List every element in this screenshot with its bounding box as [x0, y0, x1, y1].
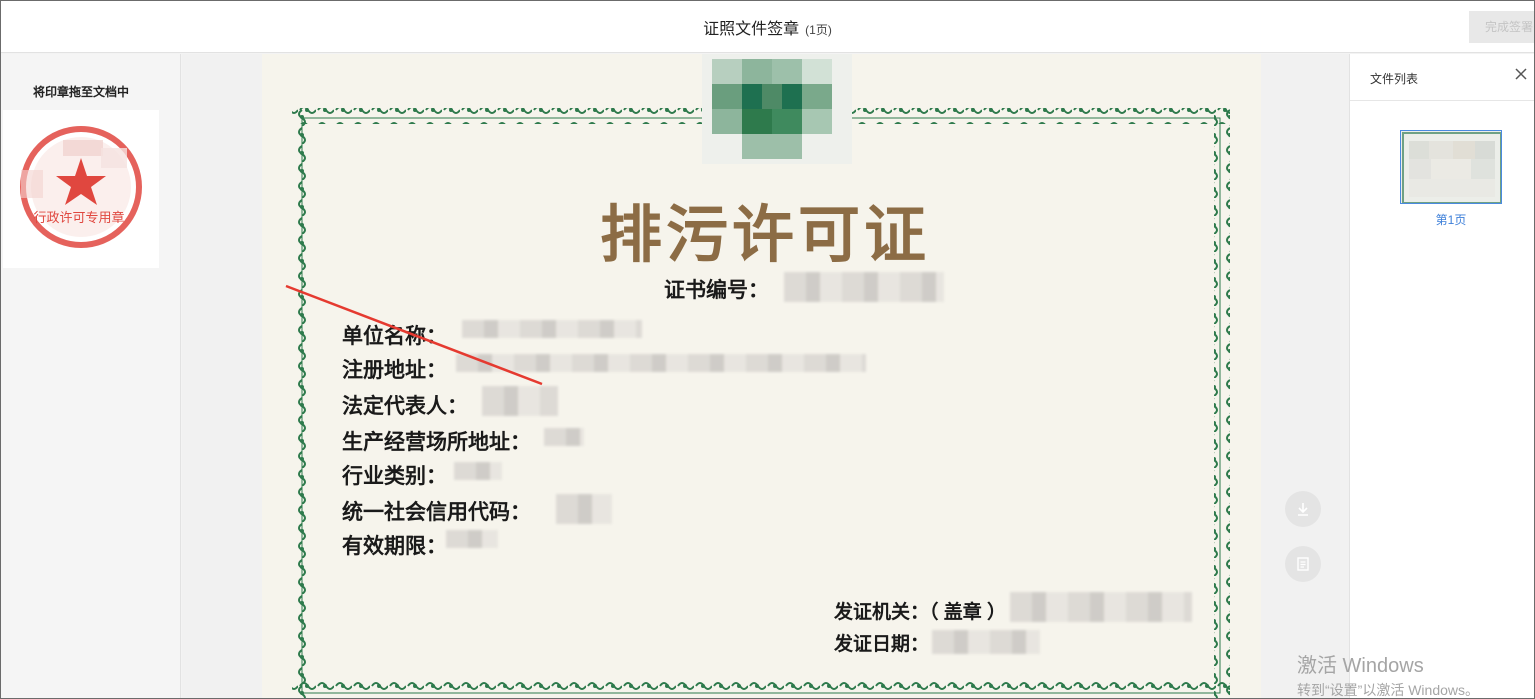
- app-window: 证照文件签章 (1页) 完成签署 将印章拖至文档中 行政许可专用章 排污许可证 …: [0, 0, 1535, 699]
- issue-date-label: 发证日期：: [834, 634, 930, 655]
- field-credit-code: 统一社会信用代码：: [342, 501, 531, 524]
- redacted-issuer: [1010, 592, 1192, 622]
- seal-panel: 将印章拖至文档中 行政许可专用章: [1, 54, 181, 698]
- redacted-value: [482, 386, 558, 416]
- page-thumbnail[interactable]: [1400, 130, 1502, 204]
- redacted-value: [456, 354, 866, 372]
- redacted-cert-number: [784, 272, 944, 302]
- document-viewer: 排污许可证 证书编号： 单位名称： 注册地址： 法定代表人： 生产经营场所地址：…: [182, 54, 1349, 698]
- title-wrap: 证照文件签章 (1页): [1, 15, 1534, 39]
- page-title: 证照文件签章: [703, 21, 800, 38]
- file-list-title: 文件列表: [1370, 72, 1419, 86]
- thumbnail-label[interactable]: 第1页: [1400, 211, 1502, 228]
- redacted-value: [454, 462, 502, 480]
- document-info-button[interactable]: [1285, 546, 1321, 582]
- field-industry: 行业类别：: [342, 465, 447, 488]
- seal-item[interactable]: 行政许可专用章: [3, 110, 159, 268]
- field-site-address: 生产经营场所地址：: [342, 431, 531, 454]
- redacted-date: [932, 630, 1040, 654]
- emblem-pixelated: [702, 54, 852, 164]
- watermark-line1: 激活 Windows: [1297, 655, 1424, 677]
- field-unit-name: 单位名称：: [342, 325, 447, 348]
- certificate-title: 排污许可证: [600, 198, 931, 271]
- watermark-line2: 转到“设置”以激活 Windows。: [1297, 682, 1480, 698]
- windows-activation-watermark: 激活 Windows 转到“设置”以激活 Windows。: [1297, 649, 1480, 698]
- redacted-value: [462, 320, 642, 338]
- download-icon: [1298, 503, 1308, 516]
- redacted-value: [544, 428, 584, 446]
- field-valid-period: 有效期限：: [342, 535, 447, 558]
- field-legal-rep: 法定代表人：: [342, 395, 468, 418]
- seal-stamp-icon: 行政许可专用章: [20, 126, 142, 248]
- page-count: (1页): [805, 23, 832, 37]
- thumbnail-image: [1401, 131, 1501, 203]
- redacted-value: [446, 530, 498, 548]
- document-page: 排污许可证 证书编号： 单位名称： 注册地址： 法定代表人： 生产经营场所地址：…: [262, 54, 1261, 698]
- seal-panel-title: 将印章拖至文档中: [32, 85, 129, 99]
- file-list-header: 文件列表: [1350, 54, 1534, 101]
- redacted-value: [556, 494, 612, 524]
- close-icon[interactable]: [1513, 66, 1529, 82]
- cert-number-label: 证书编号：: [664, 279, 769, 302]
- issuer-label: 发证机关：（ 盖章 ）: [834, 602, 1007, 623]
- field-address: 注册地址：: [342, 359, 447, 382]
- finish-sign-button[interactable]: 完成签署: [1469, 11, 1534, 43]
- document-icon: [1297, 557, 1309, 571]
- download-button[interactable]: [1285, 491, 1321, 527]
- seal-text: 行政许可专用章: [33, 210, 124, 225]
- file-list-panel: 文件列表 第1页: [1349, 54, 1534, 698]
- top-bar: 证照文件签章 (1页) 完成签署: [1, 1, 1534, 53]
